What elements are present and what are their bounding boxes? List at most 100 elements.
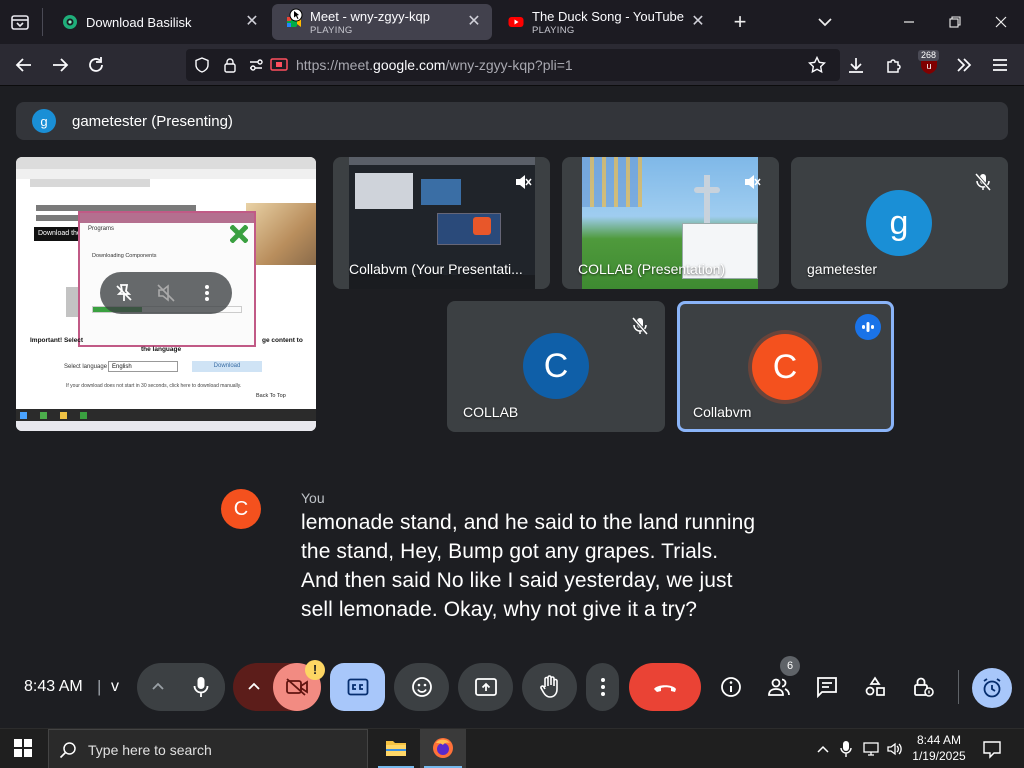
mic-control-group: [137, 663, 225, 711]
host-lock-icon: [914, 677, 934, 697]
meeting-info-button[interactable]: [713, 663, 749, 711]
presenter-avatar: g: [32, 109, 56, 133]
caption-line: lemonade stand, and he said to the land …: [301, 511, 756, 534]
participant-tile-collab[interactable]: C COLLAB: [447, 301, 665, 432]
forward-arrow-icon[interactable]: [46, 51, 74, 79]
minimize-icon[interactable]: [894, 8, 924, 36]
downloads-icon[interactable]: [842, 51, 870, 79]
firefox-taskbar-button[interactable]: [420, 729, 466, 768]
tracking-shield-icon[interactable]: [194, 57, 210, 73]
tab-title: Download Basilisk: [86, 14, 192, 30]
close-window-icon[interactable]: [986, 8, 1016, 36]
participant-tile-collab-presentation[interactable]: COLLAB (Presentation): [562, 157, 779, 289]
meeting-clock: 8:43 AM: [24, 678, 83, 695]
chat-button[interactable]: [809, 663, 845, 711]
reload-icon[interactable]: [82, 51, 110, 79]
show-hidden-icons-chevron[interactable]: [816, 742, 830, 756]
captions-button[interactable]: [330, 663, 385, 711]
taskbar-search-box[interactable]: Type here to search: [48, 729, 368, 768]
muted-audio-icon[interactable]: [156, 283, 176, 303]
shared-language-heading: the language: [141, 346, 182, 353]
microphone-button[interactable]: [177, 663, 225, 711]
leave-call-button[interactable]: [629, 663, 701, 711]
participant-tile-collabvm[interactable]: C Collabvm: [677, 301, 894, 432]
timer-button[interactable]: [972, 668, 1012, 708]
microphone-tray-icon[interactable]: [840, 740, 852, 758]
shared-taskbar: [16, 409, 316, 421]
back-arrow-icon[interactable]: [10, 51, 38, 79]
list-all-tabs-icon[interactable]: [10, 12, 30, 32]
notifications-icon[interactable]: [982, 739, 1002, 759]
tab-download-basilisk[interactable]: Download Basilisk ✕: [48, 4, 270, 40]
participant-avatar: g: [866, 190, 932, 256]
windows-taskbar: Type here to search 8:44 AM 1/19/2025: [0, 728, 1024, 768]
video-content: [349, 275, 535, 289]
participant-avatar: C: [752, 334, 818, 400]
audio-options-chevron-icon[interactable]: [151, 679, 165, 693]
meeting-code[interactable]: v: [111, 678, 119, 696]
restore-icon[interactable]: [940, 8, 970, 36]
volume-icon[interactable]: [886, 740, 904, 758]
browser-nav-bar: https://meet.google.com/wny-zgyy-kqp?pli…: [0, 44, 1024, 86]
more-options-icon[interactable]: [204, 283, 210, 303]
tab-playing-label: PLAYING: [532, 24, 575, 36]
tab-meet[interactable]: Meet - wny-zgyy-kqp PLAYING ✕: [272, 4, 492, 40]
present-now-button[interactable]: [458, 663, 513, 711]
dialog-title: Programs: [88, 226, 115, 232]
video-content: [355, 173, 413, 209]
muted-mic-icon: [970, 169, 996, 195]
screen-sharing-icon[interactable]: [270, 57, 288, 73]
video-content: [694, 187, 720, 193]
tile-hover-controls[interactable]: [100, 272, 232, 314]
close-tab-icon[interactable]: ✕: [690, 14, 706, 30]
participant-name: gametester: [807, 261, 878, 277]
activities-button[interactable]: [857, 663, 893, 711]
bookmark-star-icon[interactable]: [808, 56, 826, 74]
participant-name: COLLAB: [463, 404, 519, 420]
shared-back-to-top: Back To Top: [256, 393, 286, 399]
taskbar-clock[interactable]: 8:44 AM 1/19/2025: [912, 732, 966, 764]
address-bar[interactable]: https://meet.google.com/wny-zgyy-kqp?pli…: [186, 49, 840, 81]
participant-avatar: C: [523, 333, 589, 399]
shared-important-tail: ge content to: [262, 337, 303, 344]
overflow-chevrons-icon[interactable]: [950, 51, 978, 79]
raise-hand-button[interactable]: [522, 663, 577, 711]
tab-duck-song[interactable]: The Duck Song - YouTube PLAYING ✕: [494, 4, 716, 40]
video-options-chevron-icon[interactable]: [247, 679, 261, 693]
participant-tile-gametester[interactable]: g gametester: [791, 157, 1008, 289]
presentation-thumbnail[interactable]: Download the Programs Downloading Compon…: [16, 157, 316, 431]
video-content: [421, 179, 461, 205]
people-count-badge: 6: [780, 656, 800, 676]
video-content: [349, 157, 535, 165]
camera-warning-badge: !: [305, 660, 325, 680]
participant-tile-collabvm-presentation[interactable]: Collabvm (Your Presentati...: [333, 157, 550, 289]
close-tab-icon[interactable]: ✕: [466, 14, 482, 30]
caption-line: the stand, Hey, Bump got any grapes. Tri…: [301, 540, 719, 563]
host-controls-button[interactable]: [905, 663, 941, 711]
shared-language-select: English: [108, 361, 178, 372]
muted-audio-icon: [739, 169, 765, 195]
reactions-button[interactable]: [394, 663, 449, 711]
file-explorer-taskbar-button[interactable]: [374, 729, 418, 768]
url-text[interactable]: https://meet.google.com/wny-zgyy-kqp?pli…: [296, 57, 573, 73]
shared-browser-tabs: [16, 169, 316, 179]
unpin-icon[interactable]: [114, 283, 134, 303]
app-menu-icon[interactable]: [986, 51, 1014, 79]
shared-bottom-strip: [16, 421, 316, 431]
tab-title: Meet - wny-zgyy-kqp: [310, 8, 430, 24]
control-divider: [958, 670, 959, 704]
permissions-icon[interactable]: [248, 57, 264, 73]
tab-list-chevron-icon[interactable]: [816, 14, 834, 30]
file-explorer-icon: [386, 741, 406, 756]
shared-browser-titlebar: [16, 157, 316, 169]
extensions-puzzle-icon[interactable]: [880, 51, 908, 79]
new-tab-plus-icon[interactable]: +: [730, 11, 750, 33]
dialog-logo-icon: [230, 225, 248, 243]
more-options-button[interactable]: [586, 663, 619, 711]
network-icon[interactable]: [862, 740, 880, 758]
windows-start-icon[interactable]: [14, 739, 32, 757]
url-path: /wny-zgyy-kqp?pli=1: [445, 57, 573, 73]
tab-playing-label: PLAYING: [310, 24, 353, 36]
lock-icon[interactable]: [222, 57, 238, 73]
close-tab-icon[interactable]: ✕: [244, 14, 260, 30]
